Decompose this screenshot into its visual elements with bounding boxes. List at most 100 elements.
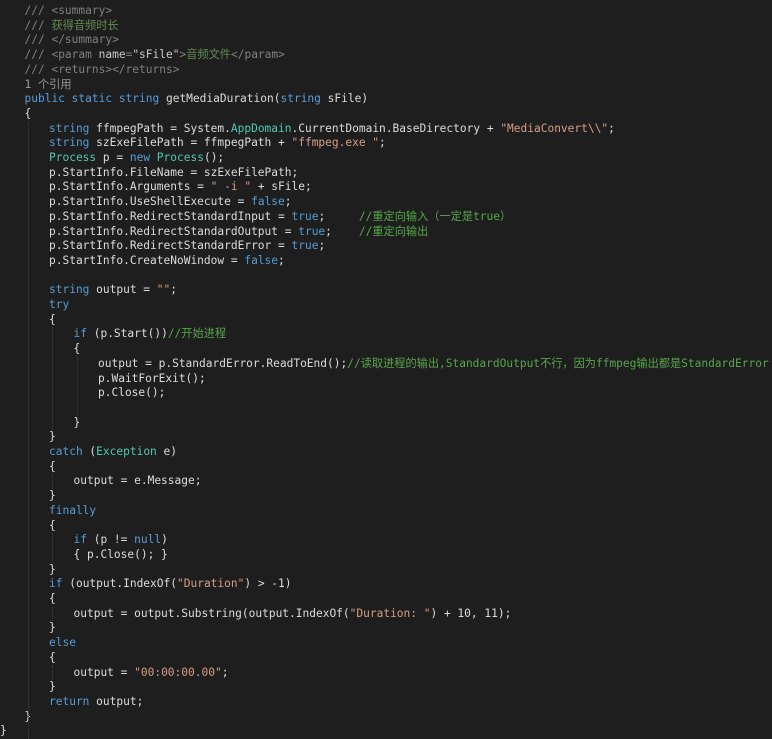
code-text: {: [24, 106, 32, 120]
indent-guide: [27, 121, 29, 739]
doc-comment-tag: ///: [24, 62, 52, 76]
code-text: ;: [325, 224, 359, 238]
code-text: {: [49, 459, 56, 473]
code-line: }: [49, 489, 56, 504]
code-text: }: [49, 430, 56, 444]
doc-comment-tag: <returns></returns>: [51, 62, 180, 76]
code-line: p.StartInfo.FileName = szExeFilePath;: [49, 166, 298, 181]
code-text: p =: [102, 151, 130, 164]
code-line: }: [0, 724, 7, 739]
indent-guide: [76, 356, 78, 416]
code-line: p.WaitForExit();: [98, 372, 206, 387]
code-line: {: [49, 313, 56, 328]
code-line: p.StartInfo.RedirectStandardOutput = tru…: [49, 225, 428, 240]
code-text: {: [49, 650, 56, 664]
keyword: else: [49, 636, 76, 650]
code-text: ();: [203, 151, 225, 164]
code-line: public static string getMediaDuration(st…: [25, 92, 369, 107]
code-text: ;: [318, 209, 359, 223]
keyword: catch: [49, 445, 90, 458]
code-line: if (p.Start())//开始进程: [74, 327, 227, 342]
indent-guide: [52, 606, 53, 622]
code-comment: //开始进程: [167, 327, 227, 341]
code-text: output;: [96, 694, 144, 708]
code-line: p.Close();: [98, 386, 165, 401]
code-text: ;: [284, 195, 292, 209]
code-text: (p !=: [93, 533, 135, 547]
code-line: string ffmpegPath = System.AppDomain.Cur…: [49, 122, 615, 137]
indent-guide: [52, 474, 53, 490]
code-line: }: [74, 416, 81, 431]
reference-count-link[interactable]: 1 个引用: [25, 78, 72, 91]
indent-guide: [52, 533, 53, 563]
code-text: {: [49, 312, 56, 326]
keyword: static: [71, 92, 119, 106]
string-literal: "ffmpeg.exe ": [291, 136, 380, 150]
code-line: p.StartInfo.RedirectStandardError = true…: [49, 239, 325, 254]
string-literal: "": [156, 283, 171, 297]
string-literal: "Duration": [177, 577, 245, 591]
code-text: ;: [379, 136, 386, 150]
code-text: getMediaDuration(: [165, 92, 281, 106]
code-line: if (output.IndexOf("Duration") > -1): [49, 577, 292, 592]
code-text: output =: [96, 283, 157, 297]
code-text: + sFile;: [251, 180, 312, 194]
doc-comment-tag: <summary>: [51, 4, 113, 17]
type-name: Process: [49, 151, 103, 164]
type-name: Process: [156, 151, 204, 164]
keyword: string: [49, 283, 97, 297]
code-comment: //重定向输入（一定是true）: [358, 209, 512, 223]
doc-comment-tag: ///: [24, 18, 52, 32]
code-text: p.StartInfo.RedirectStandardError =: [49, 239, 292, 253]
code-text: szExeFilePath = ffmpegPath +: [96, 136, 292, 150]
doc-comment-text: 获得音频时长: [51, 18, 119, 32]
code-text: ffmpegPath = System.: [96, 121, 231, 135]
code-text: e): [163, 445, 178, 458]
code-line: {: [49, 519, 56, 534]
code-line: }: [49, 621, 56, 636]
code-line: {: [74, 342, 81, 357]
code-line: }: [49, 563, 56, 578]
keyword: try: [49, 298, 70, 311]
type-name: Exception: [96, 445, 164, 458]
keyword: null: [134, 533, 162, 547]
type-name: AppDomain: [230, 121, 292, 135]
keyword: public: [24, 92, 72, 106]
doc-comment-text: 音频文件: [186, 48, 231, 62]
code-text: ) > -1): [244, 577, 292, 591]
code-line: 1 个引用: [25, 78, 72, 93]
doc-comment-attribute: name: [98, 48, 126, 62]
code-line: /// <summary>: [25, 4, 113, 19]
code-line: /// <returns></returns>: [25, 63, 180, 78]
doc-comment-tag: </summary>: [51, 33, 119, 47]
code-text: ;: [278, 253, 285, 267]
keyword: true: [298, 224, 326, 238]
keyword: string: [49, 136, 97, 150]
code-text: ) + 10, 11);: [430, 606, 512, 620]
keyword: if: [49, 577, 70, 591]
code-line: try: [49, 298, 69, 313]
code-line: finally: [49, 504, 96, 519]
string-literal: " -i ": [210, 180, 252, 194]
code-line: /// <param name="sFile">音频文件</param>: [25, 48, 285, 63]
code-text: {: [73, 342, 81, 356]
code-text: p.StartInfo.RedirectStandardOutput =: [49, 224, 299, 238]
code-line: {: [49, 592, 56, 607]
code-line: catch (Exception e): [49, 445, 177, 460]
code-editor[interactable]: /// <summary>/// 获得音频时长/// </summary>///…: [0, 0, 772, 739]
code-text: }: [49, 489, 56, 503]
keyword: if: [73, 327, 94, 341]
code-line: {: [25, 107, 32, 122]
code-line: else: [49, 636, 76, 651]
indent-guide: [52, 327, 53, 431]
code-text: p.StartInfo.RedirectStandardInput =: [49, 209, 292, 223]
code-text: }: [49, 621, 56, 635]
code-text: (output.IndexOf(: [69, 577, 177, 591]
keyword: string: [49, 121, 97, 135]
keyword: true: [291, 239, 319, 253]
code-text: output = output.Substring(output.IndexOf…: [73, 606, 350, 620]
code-line: string szExeFilePath = ffmpegPath + "ffm…: [49, 136, 386, 151]
code-text: p.StartInfo.FileName = szExeFilePath;: [49, 165, 299, 179]
code-comment: //读取进程的输出,StandardOutput不行，因为ffmpeg输出都是S…: [347, 356, 769, 370]
code-line: output = p.StandardError.ReadToEnd();//读…: [98, 357, 769, 372]
